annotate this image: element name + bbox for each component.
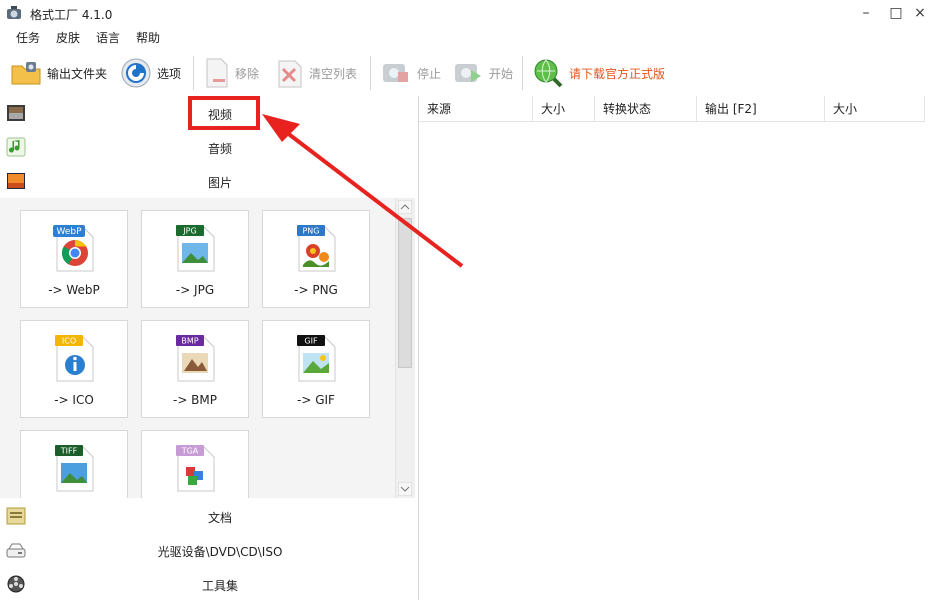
stop-icon xyxy=(383,64,408,82)
jpg-file-icon: JPG xyxy=(176,225,215,272)
category-audio[interactable]: 音频 xyxy=(0,131,417,164)
scroll-up-arrow-icon[interactable] xyxy=(398,200,412,214)
format-card-ico[interactable]: ICO -> ICO xyxy=(20,320,128,418)
download-official-label: 请下载官方正式版 xyxy=(569,66,666,81)
column-size[interactable]: 大小 xyxy=(533,96,595,122)
remove-button[interactable]: 移除 xyxy=(204,52,259,94)
format-card-bmp[interactable]: BMP -> BMP xyxy=(141,320,249,418)
highlight-box xyxy=(188,96,260,130)
bmp-file-icon: BMP xyxy=(176,335,215,382)
clear-list-icon xyxy=(278,60,302,88)
format-grid: WebP -> WebP JPG -> JPG PNG -> PNG ICO -… xyxy=(0,198,395,498)
window-title: 格式工厂 4.1.0 xyxy=(30,8,113,22)
download-official-link[interactable]: 请下载官方正式版 xyxy=(532,52,665,94)
png-badge: PNG xyxy=(302,227,319,236)
scroll-thumb[interactable] xyxy=(398,218,412,368)
format-card-label: -> JPG xyxy=(175,283,215,297)
format-card-label: -> ICO xyxy=(54,393,94,407)
start-button[interactable]: 开始 xyxy=(452,52,513,94)
format-card-tiff[interactable]: TIFF xyxy=(20,430,128,498)
format-card-jpg[interactable]: JPG -> JPG xyxy=(141,210,249,308)
gif-file-icon: GIF xyxy=(297,335,336,382)
format-grid-scrollbar[interactable] xyxy=(395,198,415,498)
menu-skin[interactable]: 皮肤 xyxy=(56,29,80,46)
category-image-label: 图片 xyxy=(207,176,232,190)
format-card-webp[interactable]: WebP -> WebP xyxy=(20,210,128,308)
column-output-size[interactable]: 大小 xyxy=(825,96,925,122)
stop-button[interactable]: 停止 xyxy=(380,52,441,94)
tiff-file-icon: TIFF xyxy=(55,445,94,492)
toolbar-separator xyxy=(193,56,194,90)
app-logo-icon xyxy=(7,6,21,19)
column-output[interactable]: 输出 [F2] xyxy=(697,96,825,122)
format-card-png[interactable]: PNG -> PNG xyxy=(262,210,370,308)
ico-badge: ICO xyxy=(62,337,76,346)
format-card-label: -> GIF xyxy=(297,393,335,407)
output-folder-label: 输出文件夹 xyxy=(47,66,108,81)
toolbar-separator xyxy=(522,56,523,90)
remove-doc-icon xyxy=(206,58,228,88)
category-tools[interactable]: 工具集 xyxy=(0,568,417,601)
clear-list-button[interactable]: 清空列表 xyxy=(276,52,357,94)
menu-help[interactable]: 帮助 xyxy=(136,29,160,46)
task-list-panel[interactable] xyxy=(418,96,932,600)
category-document-label: 文档 xyxy=(207,511,232,525)
remove-label: 移除 xyxy=(235,66,260,81)
gif-badge: GIF xyxy=(304,337,318,346)
jpg-badge: JPG xyxy=(182,227,196,236)
folder-icon xyxy=(11,62,41,85)
tga-file-icon: TGA xyxy=(176,445,215,492)
start-label: 开始 xyxy=(489,66,514,81)
scroll-down-arrow-icon[interactable] xyxy=(398,482,412,496)
tiff-badge: TIFF xyxy=(60,447,78,456)
column-source[interactable]: 来源 xyxy=(419,96,533,122)
start-icon xyxy=(455,64,481,82)
options-button[interactable]: 选项 xyxy=(120,52,181,94)
close-button[interactable]: × xyxy=(906,4,932,22)
options-label: 选项 xyxy=(157,66,182,81)
globe-search-icon xyxy=(534,59,563,88)
menu-language[interactable]: 语言 xyxy=(96,29,120,46)
category-disc[interactable]: 光驱设备\DVD\CD\ISO xyxy=(0,534,417,567)
minimize-button[interactable]: – xyxy=(852,4,880,22)
title-bar: 格式工厂 4.1.0 – □ × xyxy=(0,0,932,28)
clear-list-label: 清空列表 xyxy=(309,66,358,81)
format-card-label: -> PNG xyxy=(294,283,338,297)
bmp-badge: BMP xyxy=(181,337,198,346)
format-card-tga[interactable]: TGA xyxy=(141,430,249,498)
webp-badge: WebP xyxy=(56,227,82,237)
category-document[interactable]: 文档 xyxy=(0,500,417,533)
options-gear-icon xyxy=(121,58,151,88)
format-card-gif[interactable]: GIF -> GIF xyxy=(262,320,370,418)
output-folder-button[interactable]: 输出文件夹 xyxy=(10,52,107,94)
png-file-icon: PNG xyxy=(297,225,336,272)
toolbar-separator xyxy=(370,56,371,90)
category-disc-label: 光驱设备\DVD\CD\ISO xyxy=(157,545,283,559)
format-card-label: -> BMP xyxy=(172,393,218,407)
format-card-label: -> WebP xyxy=(48,283,100,297)
category-tools-label: 工具集 xyxy=(201,579,238,593)
category-audio-label: 音频 xyxy=(207,142,232,156)
category-image[interactable]: 图片 xyxy=(0,165,417,198)
webp-file-icon: WebP xyxy=(53,225,94,272)
menu-task[interactable]: 任务 xyxy=(16,29,40,46)
column-status[interactable]: 转换状态 xyxy=(595,96,697,122)
tga-badge: TGA xyxy=(181,447,199,456)
ico-file-icon: ICO xyxy=(55,335,94,382)
stop-label: 停止 xyxy=(417,66,442,81)
